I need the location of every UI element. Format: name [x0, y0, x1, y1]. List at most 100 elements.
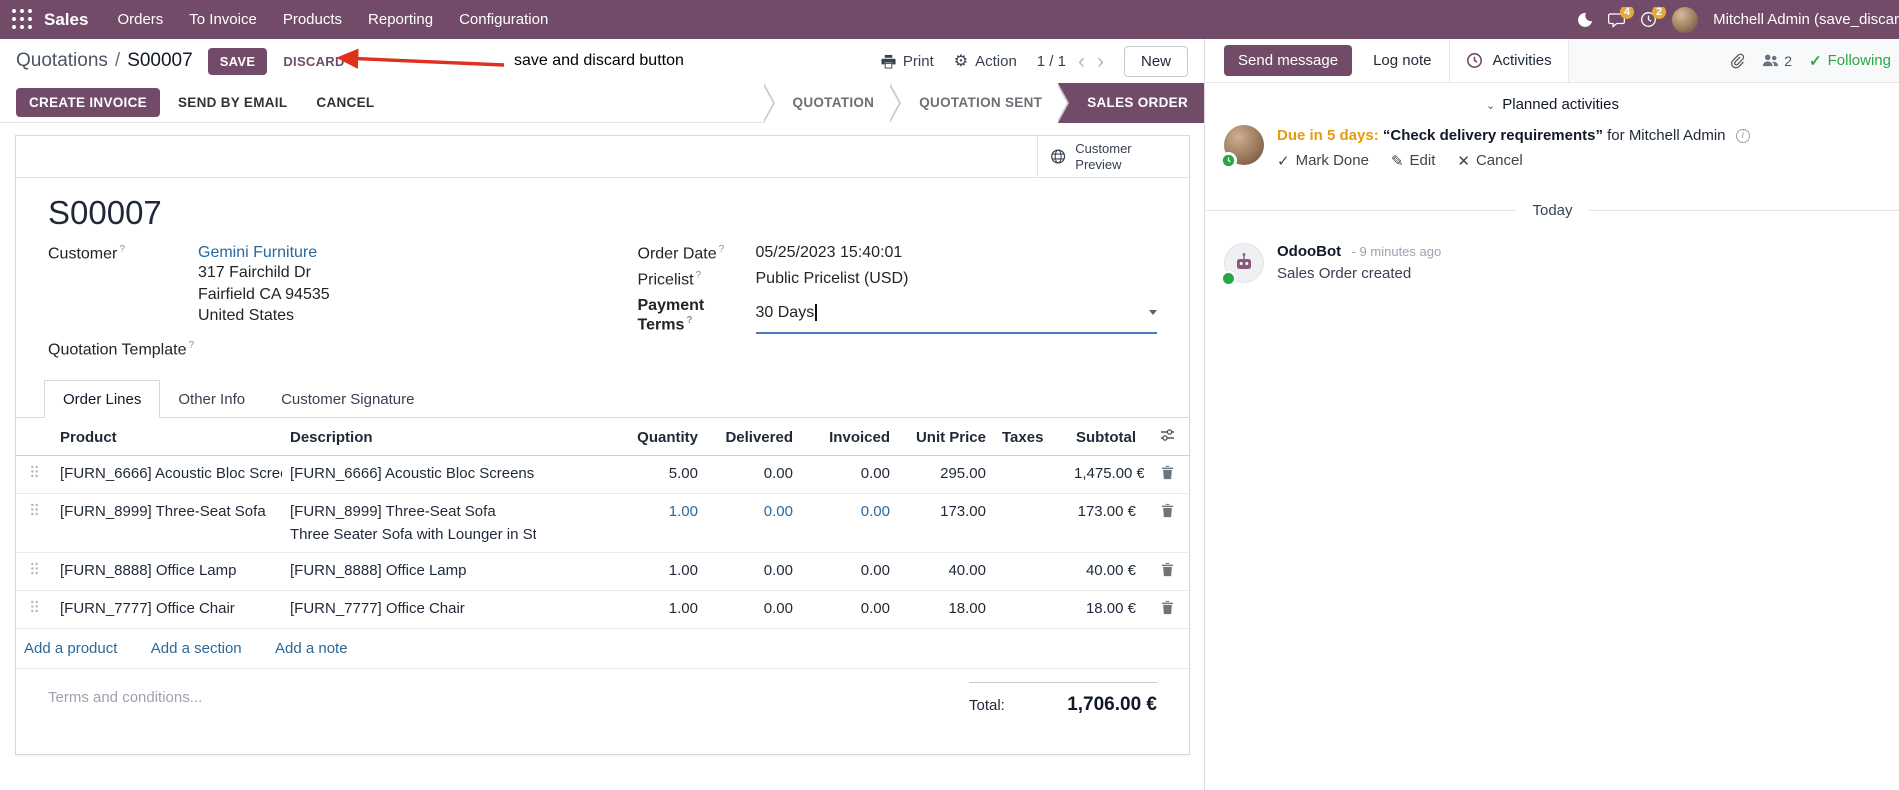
col-subtotal[interactable]: Subtotal [1066, 418, 1144, 457]
optional-columns-icon[interactable] [1144, 418, 1189, 457]
cell-subtotal[interactable]: 173.00 € [1066, 493, 1144, 554]
user-avatar[interactable] [1672, 6, 1699, 33]
cancel-activity-button[interactable]: ✕ Cancel [1457, 152, 1522, 170]
save-button[interactable]: SAVE [207, 47, 268, 75]
attachment-icon[interactable] [1729, 53, 1745, 69]
customer-preview-button[interactable]: Customer Preview [1037, 136, 1189, 177]
cell-description[interactable]: [FURN_8888] Office Lamp [282, 552, 536, 592]
edit-activity-button[interactable]: ✎ Edit [1391, 152, 1435, 170]
log-note-button[interactable]: Log note [1373, 52, 1431, 69]
cell-quantity[interactable]: 1.00 [536, 493, 706, 554]
status-quotation-sent[interactable]: QUOTATION SENT [903, 82, 1059, 123]
messages-icon[interactable]: 4 [1608, 6, 1635, 28]
cell-delivered[interactable]: 0.00 [706, 552, 801, 592]
drag-handle-icon[interactable] [16, 590, 52, 630]
col-invoiced[interactable]: Invoiced [801, 418, 898, 457]
cell-quantity[interactable]: 1.00 [536, 552, 706, 592]
discard-button[interactable]: DISCARD [273, 48, 354, 75]
send-message-button[interactable]: Send message [1224, 45, 1353, 76]
menu-to-invoice[interactable]: To Invoice [176, 0, 270, 39]
cell-subtotal[interactable]: 1,475.00 € [1066, 455, 1144, 495]
cell-delivered[interactable]: 0.00 [706, 590, 801, 630]
info-icon[interactable]: i [1735, 129, 1750, 144]
cell-description[interactable]: [FURN_8999] Three-Seat Sofa Three Seater … [282, 493, 536, 554]
add-product-link[interactable]: Add a product [24, 640, 117, 657]
menu-configuration[interactable]: Configuration [446, 0, 561, 39]
cell-unit-price[interactable]: 295.00 [898, 455, 994, 495]
drag-handle-icon[interactable] [16, 493, 52, 554]
drag-handle-icon[interactable] [16, 552, 52, 592]
following-button[interactable]: ✓ Following [1809, 52, 1891, 70]
status-sales-order[interactable]: SALES ORDER [1071, 82, 1204, 123]
message-author[interactable]: OdooBot [1277, 243, 1341, 260]
cell-unit-price[interactable]: 40.00 [898, 552, 994, 592]
customer-link[interactable]: Gemini Furniture [198, 244, 330, 262]
cell-delivered[interactable]: 0.00 [706, 455, 801, 495]
cell-delivered[interactable]: 0.00 [706, 493, 801, 554]
cell-taxes[interactable] [994, 493, 1066, 554]
cell-taxes[interactable] [994, 455, 1066, 495]
pager-previous-icon[interactable]: ‹ [1078, 51, 1085, 72]
col-taxes[interactable]: Taxes [994, 418, 1066, 457]
pricelist-field[interactable]: Public Pricelist (USD) [756, 270, 909, 289]
user-menu[interactable]: Mitchell Admin (save_discar [1713, 11, 1899, 28]
followers-button[interactable]: 2 [1762, 53, 1792, 69]
create-invoice-button[interactable]: CREATE INVOICE [16, 88, 160, 117]
dropdown-caret-icon[interactable] [1149, 310, 1157, 316]
cell-product[interactable]: [FURN_6666] Acoustic Bloc Screens [52, 455, 282, 495]
delete-line-icon[interactable] [1144, 493, 1189, 554]
dark-mode-moon-icon[interactable] [1577, 12, 1593, 28]
tab-customer-signature[interactable]: Customer Signature [263, 380, 432, 418]
cell-subtotal[interactable]: 40.00 € [1066, 552, 1144, 592]
print-button[interactable]: Print [881, 53, 934, 70]
cell-product[interactable]: [FURN_8888] Office Lamp [52, 552, 282, 592]
col-unit-price[interactable]: Unit Price [898, 418, 994, 457]
cell-invoiced[interactable]: 0.00 [801, 493, 898, 554]
send-by-email-button[interactable]: SEND BY EMAIL [167, 88, 298, 117]
col-description[interactable]: Description [282, 418, 536, 457]
delete-line-icon[interactable] [1144, 590, 1189, 630]
menu-products[interactable]: Products [270, 0, 355, 39]
cell-description[interactable]: [FURN_7777] Office Chair [282, 590, 536, 630]
cell-taxes[interactable] [994, 552, 1066, 592]
new-button[interactable]: New [1123, 45, 1188, 77]
cell-quantity[interactable]: 5.00 [536, 455, 706, 495]
apps-grid-icon[interactable] [12, 9, 33, 30]
cancel-order-button[interactable]: CANCEL [305, 88, 385, 117]
cell-subtotal[interactable]: 18.00 € [1066, 590, 1144, 630]
payment-terms-field[interactable]: 30 Days [755, 297, 1157, 334]
order-date-field[interactable]: 05/25/2023 15:40:01 [756, 244, 903, 263]
delete-line-icon[interactable] [1144, 552, 1189, 592]
col-quantity[interactable]: Quantity [536, 418, 706, 457]
status-quotation[interactable]: QUOTATION [776, 82, 891, 123]
cell-invoiced[interactable]: 0.00 [801, 455, 898, 495]
planned-activities-header[interactable]: ⌄ Planned activities [1206, 96, 1899, 113]
cell-invoiced[interactable]: 0.00 [801, 552, 898, 592]
cell-quantity[interactable]: 1.00 [536, 590, 706, 630]
menu-orders[interactable]: Orders [104, 0, 176, 39]
drag-handle-icon[interactable] [16, 455, 52, 495]
activities-clock-icon[interactable]: 2 [1640, 6, 1667, 28]
terms-and-conditions-field[interactable]: Terms and conditions... [48, 689, 202, 716]
app-name[interactable]: Sales [44, 10, 88, 30]
cell-unit-price[interactable]: 173.00 [898, 493, 994, 554]
cell-invoiced[interactable]: 0.00 [801, 590, 898, 630]
add-note-link[interactable]: Add a note [275, 640, 348, 657]
tab-other-info[interactable]: Other Info [160, 380, 263, 418]
tab-activities[interactable]: Activities [1450, 39, 1569, 82]
tab-order-lines[interactable]: Order Lines [44, 380, 161, 419]
delete-line-icon[interactable] [1144, 455, 1189, 495]
cell-product[interactable]: [FURN_7777] Office Chair [52, 590, 282, 630]
cell-product[interactable]: [FURN_8999] Three-Seat Sofa [52, 493, 282, 554]
cell-unit-price[interactable]: 18.00 [898, 590, 994, 630]
cell-taxes[interactable] [994, 590, 1066, 630]
cell-description[interactable]: [FURN_6666] Acoustic Bloc Screens [282, 455, 536, 495]
col-delivered[interactable]: Delivered [706, 418, 801, 457]
menu-reporting[interactable]: Reporting [355, 0, 446, 39]
breadcrumb-quotations[interactable]: Quotations [16, 50, 108, 72]
add-section-link[interactable]: Add a section [151, 640, 242, 657]
action-menu-button[interactable]: ⚙ Action [954, 51, 1017, 71]
pager-next-icon[interactable]: › [1097, 51, 1104, 72]
col-product[interactable]: Product [52, 418, 282, 457]
mark-done-button[interactable]: ✓ Mark Done [1277, 152, 1369, 170]
